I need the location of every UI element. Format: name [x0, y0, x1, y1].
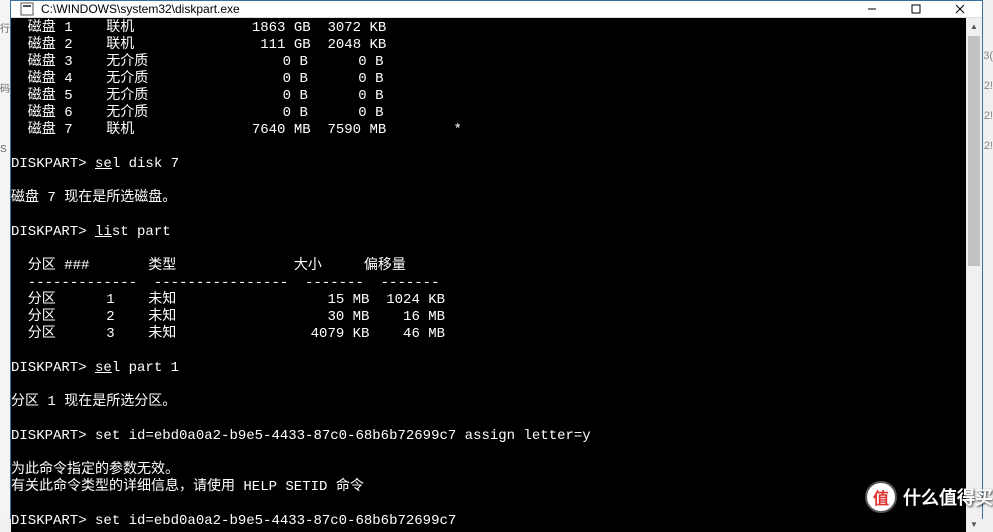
partition-row: 分区 2 未知 30 MB 16 MB [11, 309, 445, 325]
window-frame: C:\WINDOWS\system32\diskpart.exe 磁盘 1 联机… [10, 0, 983, 519]
prompt: DISKPART> [11, 360, 95, 376]
background-hint: 2! [984, 110, 993, 122]
disk-row: 磁盘 2 联机 111 GB 2048 KB [11, 37, 386, 53]
watermark: 值 什么值得买 [865, 481, 993, 513]
watermark-text: 什么值得买 [903, 484, 993, 510]
prompt: DISKPART> [11, 513, 95, 529]
error-line: 有关此命令类型的详细信息，请使用 HELP SETID 命令 [11, 479, 364, 495]
partition-row: 分区 1 未知 15 MB 1024 KB [11, 292, 445, 308]
scroll-thumb[interactable] [968, 36, 980, 266]
disk-row: 磁盘 7 联机 7640 MB 7590 MB * [11, 122, 462, 138]
disk-row: 磁盘 4 无介质 0 B 0 B [11, 71, 384, 87]
window-controls [850, 1, 982, 17]
app-icon [19, 1, 35, 17]
maximize-button[interactable] [894, 1, 938, 17]
watermark-badge-icon: 值 [865, 481, 897, 513]
terminal-output[interactable]: 磁盘 1 联机 1863 GB 3072 KB 磁盘 2 联机 111 GB 2… [11, 18, 966, 532]
error-line: 为此命令指定的参数无效。 [11, 462, 179, 478]
cmd-text: set id=ebd0a0a2-b9e5-4433-87c0-68b6b7269… [95, 513, 456, 529]
cmd-text: st part [112, 224, 171, 240]
partition-header: 分区 ### 类型 大小 偏移量 [11, 258, 406, 274]
cmd-text: l part 1 [112, 360, 179, 376]
response-line: 磁盘 7 现在是所选磁盘。 [11, 190, 176, 206]
disk-row: 磁盘 5 无介质 0 B 0 B [11, 88, 384, 104]
terminal-client-area: 磁盘 1 联机 1863 GB 3072 KB 磁盘 2 联机 111 GB 2… [11, 18, 982, 532]
cmd-underline: se [95, 156, 112, 172]
close-button[interactable] [938, 1, 982, 17]
disk-row: 磁盘 6 无介质 0 B 0 B [11, 105, 384, 121]
disk-row: 磁盘 3 无介质 0 B 0 B [11, 54, 384, 70]
minimize-button[interactable] [850, 1, 894, 17]
cmd-underline: se [95, 360, 112, 376]
background-hint: 2! [984, 140, 993, 152]
cmd-text: set id=ebd0a0a2-b9e5-4433-87c0-68b6b7269… [95, 428, 591, 444]
titlebar[interactable]: C:\WINDOWS\system32\diskpart.exe [11, 1, 982, 18]
background-hint: 3( [983, 50, 993, 62]
background-window-edge: 行 码 S [0, 0, 10, 519]
window-title: C:\WINDOWS\system32\diskpart.exe [41, 2, 850, 16]
partition-divider: ------------- ---------------- ------- -… [11, 275, 439, 291]
scroll-down-button[interactable]: ▼ [966, 516, 982, 532]
scroll-up-button[interactable]: ▲ [966, 18, 982, 34]
response-line: 分区 1 现在是所选分区。 [11, 394, 176, 410]
cmd-underline: li [95, 224, 112, 240]
background-hint: 2! [984, 80, 993, 92]
cmd-text: l disk 7 [112, 156, 179, 172]
vertical-scrollbar[interactable]: ▲ ▼ [966, 18, 982, 532]
prompt: DISKPART> [11, 156, 95, 172]
prompt: DISKPART> [11, 428, 95, 444]
prompt: DISKPART> [11, 224, 95, 240]
partition-row: 分区 3 未知 4079 KB 46 MB [11, 326, 445, 342]
disk-row: 磁盘 1 联机 1863 GB 3072 KB [11, 20, 386, 36]
